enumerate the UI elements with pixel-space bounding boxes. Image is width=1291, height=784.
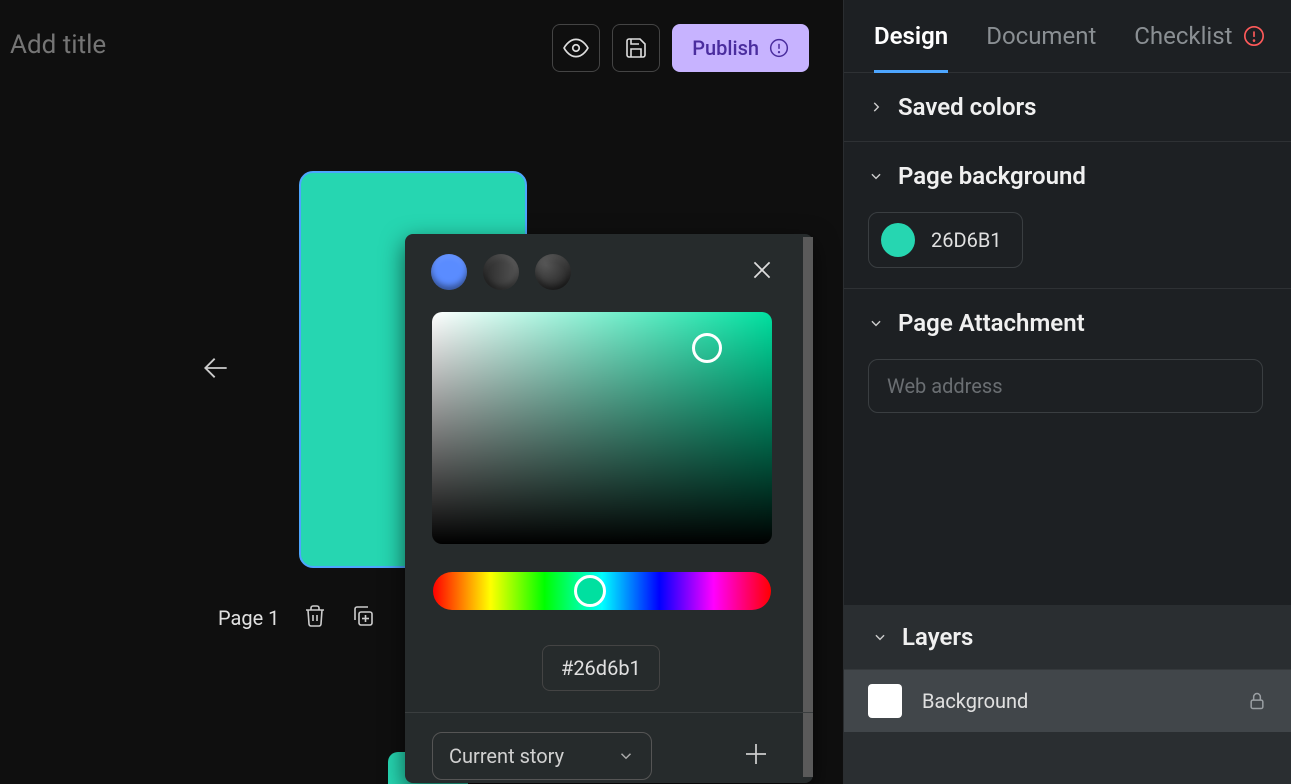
close-picker-button[interactable] bbox=[749, 257, 775, 287]
page-number-label: Page 1 bbox=[218, 606, 279, 630]
layers-toggle[interactable]: Layers bbox=[844, 605, 1291, 669]
section-layers: Layers Background bbox=[844, 605, 1291, 784]
close-icon bbox=[749, 257, 775, 283]
picker-divider bbox=[405, 712, 813, 713]
add-color-button[interactable] bbox=[741, 739, 771, 773]
page-attachment-input[interactable] bbox=[868, 359, 1263, 413]
save-draft-button[interactable] bbox=[612, 24, 660, 72]
layer-item-background[interactable]: Background bbox=[844, 669, 1291, 732]
chevron-down-icon bbox=[868, 315, 884, 331]
lock-icon bbox=[1247, 691, 1267, 711]
page-controls: Page 1 bbox=[218, 604, 375, 632]
section-page-background: Page background 26D6B1 bbox=[844, 142, 1291, 289]
eye-icon bbox=[563, 35, 589, 61]
sv-cursor[interactable] bbox=[692, 333, 722, 363]
plus-icon bbox=[741, 739, 771, 769]
radial-gradient-tab[interactable] bbox=[535, 254, 571, 290]
warning-icon bbox=[769, 38, 789, 58]
prev-page-arrow[interactable] bbox=[200, 352, 232, 384]
tab-checklist-label: Checklist bbox=[1134, 22, 1232, 50]
chevron-right-icon bbox=[868, 99, 884, 115]
top-controls: Publish bbox=[552, 24, 809, 72]
layer-thumbnail bbox=[868, 684, 902, 718]
saved-colors-toggle[interactable]: Saved colors bbox=[868, 93, 1263, 121]
chevron-down-icon bbox=[868, 168, 884, 184]
solid-color-tab[interactable] bbox=[431, 254, 467, 290]
page-background-title: Page background bbox=[898, 162, 1086, 190]
color-swatch bbox=[881, 223, 915, 257]
tab-checklist[interactable]: Checklist bbox=[1134, 22, 1264, 72]
preview-button[interactable] bbox=[552, 24, 600, 72]
tab-document[interactable]: Document bbox=[986, 22, 1096, 72]
saturation-value-area[interactable] bbox=[432, 312, 772, 544]
picker-mode-tabs bbox=[405, 234, 813, 290]
title-input[interactable] bbox=[10, 30, 310, 60]
panel-tabs: Design Document Checklist bbox=[844, 0, 1291, 73]
color-hex-label: 26D6B1 bbox=[931, 228, 1002, 252]
hex-input[interactable]: #26d6b1 bbox=[542, 645, 660, 691]
section-page-attachment: Page Attachment bbox=[844, 289, 1291, 433]
chevron-down-icon bbox=[872, 629, 888, 645]
duplicate-icon bbox=[351, 604, 375, 628]
hue-slider[interactable] bbox=[433, 572, 771, 610]
layer-name-label: Background bbox=[922, 689, 1227, 713]
color-picker-popover: #26d6b1 Current story bbox=[405, 234, 813, 783]
publish-label: Publish bbox=[692, 36, 759, 60]
layers-footer bbox=[844, 732, 1291, 784]
arrow-left-icon bbox=[200, 352, 232, 384]
page-attachment-toggle[interactable]: Page Attachment bbox=[868, 309, 1263, 337]
picker-scrollbar[interactable] bbox=[803, 237, 813, 777]
trash-icon bbox=[303, 604, 327, 628]
delete-page-button[interactable] bbox=[303, 604, 327, 632]
story-selector-label: Current story bbox=[449, 744, 564, 768]
linear-gradient-tab[interactable] bbox=[483, 254, 519, 290]
save-icon bbox=[624, 36, 648, 60]
saved-colors-title: Saved colors bbox=[898, 93, 1037, 121]
layers-title: Layers bbox=[902, 623, 973, 651]
section-saved-colors: Saved colors bbox=[844, 73, 1291, 142]
tab-design[interactable]: Design bbox=[874, 22, 948, 72]
page-background-color-chip[interactable]: 26D6B1 bbox=[868, 212, 1023, 268]
page-attachment-title: Page Attachment bbox=[898, 309, 1085, 337]
hue-cursor[interactable] bbox=[574, 575, 606, 607]
publish-button[interactable]: Publish bbox=[672, 24, 809, 72]
story-scope-selector[interactable]: Current story bbox=[432, 732, 652, 780]
checklist-warning-icon bbox=[1243, 25, 1265, 47]
duplicate-page-button[interactable] bbox=[351, 604, 375, 632]
page-background-toggle[interactable]: Page background bbox=[868, 162, 1263, 190]
chevron-down-icon bbox=[617, 747, 635, 765]
right-panel: Design Document Checklist Saved colors P… bbox=[843, 0, 1291, 784]
